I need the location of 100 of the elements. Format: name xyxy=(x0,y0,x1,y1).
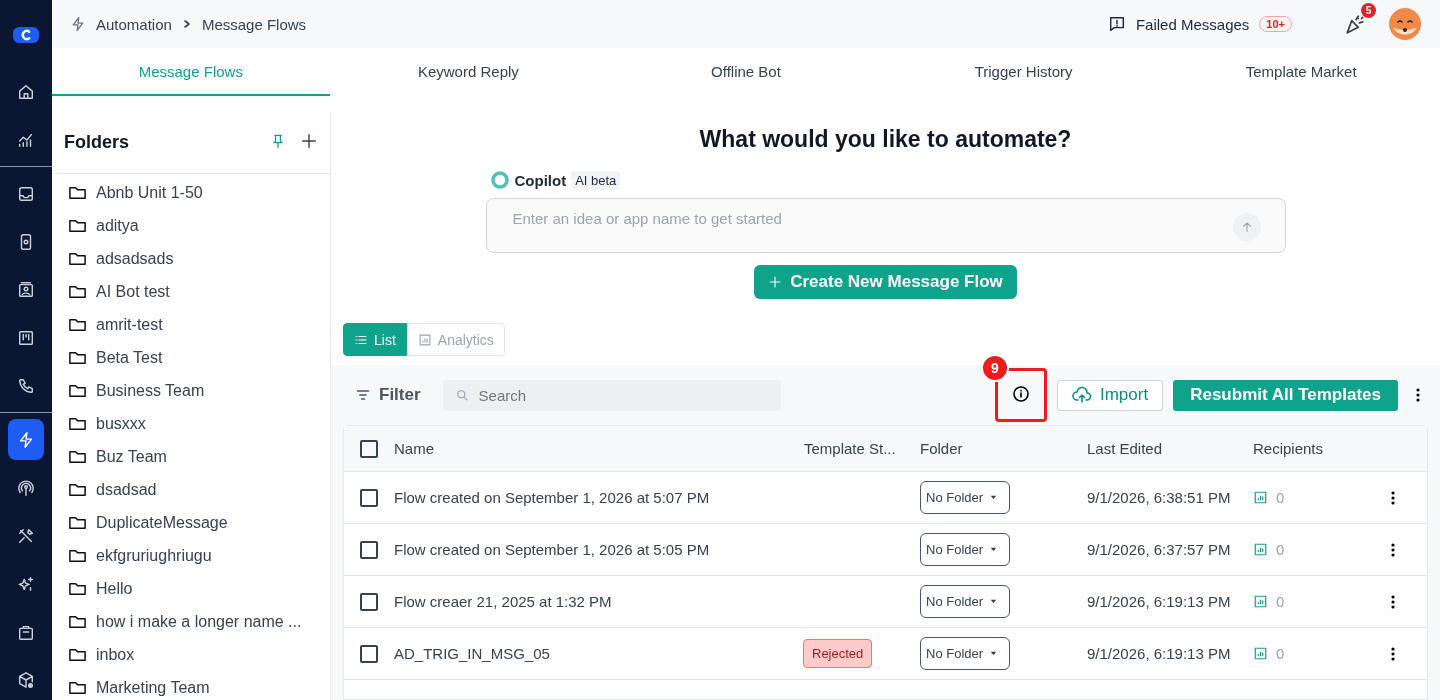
folder-item[interactable]: ekfgruriughriugu xyxy=(52,539,330,572)
folder-item[interactable]: Buz Team xyxy=(52,440,330,473)
inbox-icon xyxy=(17,184,35,203)
panel-title: Folders xyxy=(64,132,130,153)
folder-item[interactable]: Marketing Team xyxy=(52,671,330,700)
search-field[interactable]: Search xyxy=(476,385,769,405)
folder-item[interactable]: inbox xyxy=(52,638,330,671)
column-header: Last Edited xyxy=(1086,440,1164,457)
tab[interactable]: Template Market xyxy=(1162,48,1440,96)
pin-icon xyxy=(270,133,286,149)
more-vertical-icon xyxy=(1391,645,1395,662)
step-marker: 9 xyxy=(981,354,1009,382)
filter-button[interactable]: Filter xyxy=(343,385,433,405)
caret-down-icon xyxy=(989,493,999,502)
column-header: Folder xyxy=(919,440,964,457)
failed-messages-link[interactable]: Failed Messages xyxy=(1135,15,1250,33)
broadcast-icon xyxy=(17,478,35,497)
copilot-title: Copilot xyxy=(514,171,567,189)
board-icon xyxy=(17,328,35,347)
avatar-icon xyxy=(1388,7,1422,41)
tab[interactable]: Offline Bot xyxy=(607,48,885,96)
notification-badge: 5 xyxy=(1361,3,1376,18)
info-icon xyxy=(1011,383,1031,404)
sparkles-icon xyxy=(17,574,35,593)
bar-chart-icon xyxy=(1253,594,1268,609)
table-cell: 0 xyxy=(1276,541,1285,558)
search-box[interactable]: Search xyxy=(442,379,781,411)
message-alert-icon xyxy=(1107,15,1126,33)
checkbox[interactable] xyxy=(360,540,378,559)
plus-icon xyxy=(768,275,783,289)
folder-dropdown[interactable]: No Folder xyxy=(920,481,1010,514)
more-vertical-icon xyxy=(1391,489,1395,506)
table-cell-text: 9/1/2026, 6:19:13 PM xyxy=(1086,593,1232,610)
plus-icon xyxy=(300,132,318,150)
folder-item[interactable]: busxxx xyxy=(52,407,330,440)
chevron-right-icon xyxy=(181,19,192,29)
party-popper-icon xyxy=(1344,13,1366,35)
home-icon xyxy=(17,82,35,101)
page-heading: What would you like to automate? xyxy=(699,126,1072,153)
checkbox[interactable] xyxy=(360,644,378,663)
table-cell-text: 9/1/2026, 6:19:13 PM xyxy=(1086,645,1232,662)
folder-item[interactable]: DuplicateMessage xyxy=(52,506,330,539)
table-cell-text: 9/1/2026, 6:38:51 PM xyxy=(1086,489,1232,506)
table-cell-text: Flow created on September 1, 2026 at 5:07 PM xyxy=(394,489,711,506)
idea-input[interactable]: Enter an idea or app name to get started xyxy=(510,209,1233,228)
table-cell-text: 9/1/2026, 6:37:57 PM xyxy=(1086,541,1232,558)
folder-item[interactable]: dsadsad xyxy=(52,473,330,506)
box-icon xyxy=(17,670,35,689)
prompt-box[interactable]: Enter an idea or app name to get started xyxy=(485,198,1286,253)
folder-item[interactable]: Beta Test xyxy=(52,341,330,374)
caret-down-icon xyxy=(989,545,999,554)
lightning-icon xyxy=(17,430,35,449)
folder-dropdown[interactable]: No Folder xyxy=(920,637,1010,670)
folder-item[interactable]: how i make a longer name ... xyxy=(52,605,330,638)
lightning-icon xyxy=(70,16,86,32)
count-badge: 10+ xyxy=(1259,16,1292,32)
caret-down-icon xyxy=(989,597,999,606)
column-header: Template St... xyxy=(803,440,897,457)
bar-chart-icon xyxy=(417,332,432,347)
more-vertical-icon xyxy=(1391,593,1395,610)
breadcrumb-item[interactable]: Automation xyxy=(96,15,172,33)
checkbox[interactable] xyxy=(360,592,378,611)
table-cell: 0 xyxy=(1276,489,1285,506)
bar-chart-icon xyxy=(1253,542,1268,557)
folder-item[interactable]: Business Team xyxy=(52,374,330,407)
filter-icon xyxy=(355,387,371,403)
bar-chart-icon xyxy=(1253,490,1268,505)
folder-item[interactable]: Abnb Unit 1-50 xyxy=(52,176,330,209)
table-cell-text: Flow creaer 21, 2025 at 1:32 PM xyxy=(394,593,613,610)
tab[interactable]: Keyword Reply xyxy=(329,48,608,96)
table-cell-text: AD_TRIG_IN_MSG_05 xyxy=(394,645,551,662)
import-button[interactable]: Import xyxy=(1057,379,1164,411)
folder-item[interactable]: amrit-test xyxy=(52,308,330,341)
table-cell: 0 xyxy=(1276,593,1285,610)
folder-item[interactable]: adsadsads xyxy=(52,242,330,275)
folder-item[interactable]: Hello xyxy=(52,572,330,605)
checkbox[interactable] xyxy=(360,488,378,507)
column-header: Recipients xyxy=(1252,440,1325,457)
checkbox[interactable] xyxy=(360,439,378,458)
nav-item[interactable] xyxy=(8,419,44,460)
search-icon xyxy=(454,388,469,402)
breadcrumb-item: Message Flows xyxy=(201,15,307,33)
column-header: Name xyxy=(394,440,435,457)
caret-down-icon xyxy=(989,649,999,658)
bar-chart-icon xyxy=(1253,646,1268,661)
cloud-upload-icon xyxy=(1072,385,1092,405)
contact-card-icon xyxy=(17,280,35,299)
app-logo[interactable] xyxy=(13,27,39,43)
table-cell: 0 xyxy=(1276,645,1285,662)
beta-tag: AI beta xyxy=(571,170,621,190)
folder-item[interactable]: AI Bot test xyxy=(52,275,330,308)
folder-item[interactable]: aditya xyxy=(52,209,330,242)
ring-logo-icon xyxy=(489,170,510,190)
folder-dropdown[interactable]: No Folder xyxy=(920,533,1010,566)
status-badge: Rejected xyxy=(803,639,873,668)
tools-icon xyxy=(17,526,35,545)
tab[interactable]: Trigger History xyxy=(884,48,1163,96)
folder-dropdown[interactable]: No Folder xyxy=(920,585,1010,618)
more-vertical-icon xyxy=(1416,387,1420,403)
table-cell-text: Flow created on September 1, 2026 at 5:05 PM xyxy=(394,541,711,558)
